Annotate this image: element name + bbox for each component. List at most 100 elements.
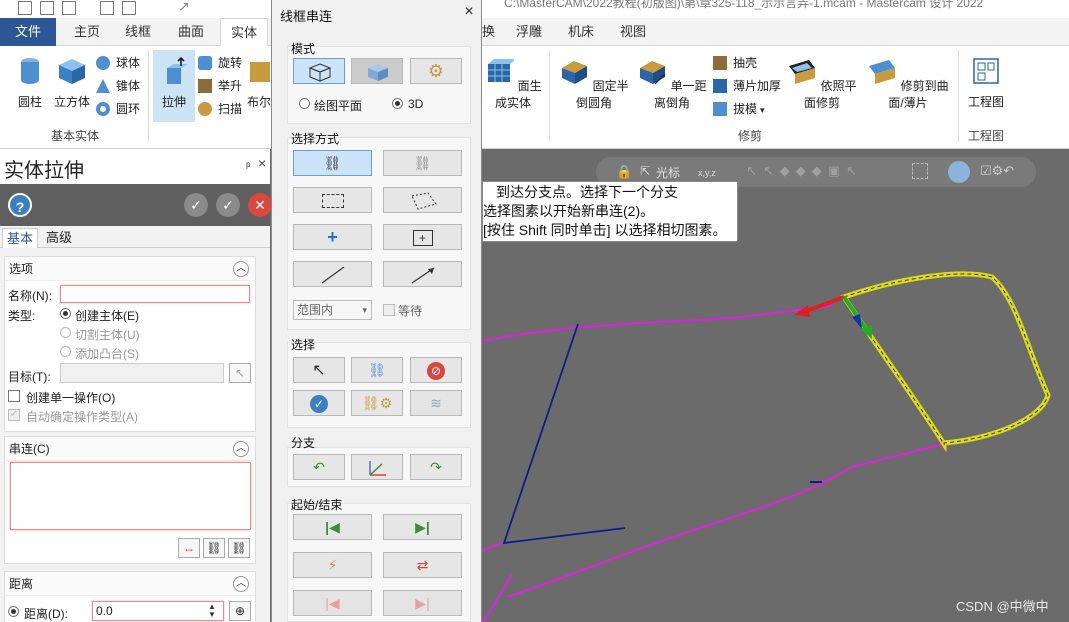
similar-button[interactable]: ≋ (410, 390, 462, 416)
highlighted-chain[interactable] (840, 271, 1051, 453)
tab-home[interactable]: 主页 (64, 18, 110, 46)
dynamic-button[interactable]: ⚡ (293, 552, 372, 578)
verify-icon[interactable] (948, 161, 970, 183)
collapse-icon[interactable]: ︿ (233, 576, 249, 592)
tab-file[interactable]: 文件 (0, 18, 57, 46)
tab-wireframe[interactable]: 线框 (115, 18, 161, 46)
cone-button[interactable]: 锥体 (96, 76, 140, 96)
torus-button[interactable]: 圆环 (96, 99, 140, 119)
tab-surface[interactable]: 曲面 (168, 18, 214, 46)
tab-view[interactable]: 视图 (610, 18, 656, 46)
polygon-button[interactable] (383, 187, 462, 213)
selection-icons[interactable]: ↖↖◆◆◆▣↖ (746, 163, 863, 179)
trim-to-surface-button[interactable]: 修剪到曲面/薄片 (862, 56, 954, 111)
reverse-chain-icon[interactable]: ↔ (178, 538, 200, 558)
magenta-curve-top[interactable] (482, 305, 833, 342)
magenta-stub[interactable] (482, 542, 503, 552)
area-button[interactable]: + (383, 224, 462, 250)
save-icon[interactable] (18, 1, 32, 15)
sweep-button[interactable]: 扫描 (198, 99, 242, 119)
select-target-icon[interactable]: ↖ (229, 363, 251, 383)
remove-chain-icon[interactable]: ⛓ (228, 538, 250, 558)
single-op-checkbox[interactable] (8, 390, 20, 402)
cut-body-radio[interactable] (60, 327, 71, 338)
lock-icon[interactable]: 🔒 (616, 164, 632, 180)
boolean-button[interactable]: 布尔 (246, 56, 272, 110)
wait-checkbox[interactable] (383, 304, 395, 316)
end-button[interactable]: ▶| (383, 514, 462, 540)
ok-new-icon[interactable]: ✓ (184, 193, 208, 217)
chain-button[interactable]: ⛓ (293, 150, 372, 176)
single-button[interactable]: ⛓ (383, 150, 462, 176)
cursor-mode-label[interactable]: 光标 (656, 164, 680, 181)
wireframe-mode-button[interactable] (293, 58, 345, 84)
create-body-radio[interactable] (60, 308, 71, 319)
target-input[interactable] (60, 363, 224, 383)
cursor-icon[interactable]: ⇱ (640, 164, 650, 178)
vector-button[interactable] (293, 261, 372, 287)
new-icon[interactable] (100, 1, 114, 15)
help-icon[interactable]: ? (8, 193, 32, 217)
window-select-icon[interactable] (912, 163, 928, 179)
tab-machine[interactable]: 机床 (558, 18, 604, 46)
clear-button[interactable]: ⊘ (410, 357, 462, 383)
cube-button[interactable]: 立方体 (52, 56, 92, 110)
select-chain-button[interactable]: ⛓ (351, 357, 403, 383)
tab-basic[interactable]: 基本 (2, 228, 39, 248)
collapse-icon[interactable]: ︿ (233, 261, 249, 277)
draft-button[interactable]: 拔模 ▾ (713, 99, 765, 119)
name-input[interactable] (60, 285, 250, 303)
trim-to-plane-button[interactable]: 依照平面修剪 (784, 56, 860, 111)
plane-radio[interactable] (299, 98, 310, 109)
tab-solids[interactable]: 实体 (220, 18, 269, 47)
mode-3d-radio[interactable] (392, 98, 403, 109)
revolve-button[interactable]: 旋转 (198, 53, 242, 73)
confirm-button[interactable]: ✓ (293, 390, 345, 416)
print-icon[interactable] (62, 1, 76, 15)
pin-icon[interactable]: ᵖ (246, 159, 251, 173)
settings-button[interactable]: ⚙ (410, 58, 462, 84)
redo-icon[interactable]: ↗ (178, 0, 190, 15)
open-icon[interactable] (40, 1, 54, 15)
loft-button[interactable]: 举升 (198, 76, 242, 96)
extrude-button[interactable]: 拉伸 (153, 50, 195, 122)
start-button[interactable]: |◀ (293, 514, 372, 540)
shell-button[interactable]: 抽壳 (713, 53, 757, 73)
solid-mode-button[interactable] (351, 58, 403, 84)
window-button[interactable] (293, 187, 372, 213)
add-boss-radio[interactable] (60, 346, 71, 357)
thicken-button[interactable]: 薄片加厚 (713, 76, 781, 96)
chain-list[interactable] (10, 462, 251, 530)
ok-icon[interactable]: ✓ (216, 193, 240, 217)
distance-input[interactable]: 0.0 (92, 601, 224, 621)
auto-type-checkbox[interactable]: ✓ (8, 409, 20, 421)
collapse-icon[interactable]: ︿ (233, 441, 249, 457)
branch-back-button[interactable]: ↶ (293, 454, 345, 480)
undo-icon[interactable] (122, 1, 136, 15)
add-chain-icon[interactable]: ⛓ (203, 538, 225, 558)
surface-to-solid-button[interactable]: 面生成实体 (482, 56, 544, 111)
navy-lines[interactable] (502, 323, 626, 545)
chamfer-button[interactable]: 单一距离倒角 (634, 56, 710, 111)
panel-close-icon[interactable]: × (258, 155, 266, 171)
tab-relief[interactable]: 浮雕 (506, 18, 552, 46)
sphere-button[interactable]: 球体 (96, 53, 140, 73)
partial-button[interactable] (383, 261, 462, 287)
misc-tool-icons[interactable]: ☑⚙↶ (980, 163, 1014, 179)
end-disabled-button[interactable]: ▶| (383, 590, 462, 616)
reverse-button[interactable]: ⇄ (383, 552, 462, 578)
point-button[interactable]: + (293, 224, 372, 250)
range-select[interactable]: 范围内 ▾ (293, 300, 372, 320)
chain-options-button[interactable]: ⛓⚙ (351, 390, 403, 416)
cancel-icon[interactable]: ✕ (248, 193, 272, 217)
dialog-close-icon[interactable]: × (460, 3, 478, 21)
tab-advanced[interactable]: 高级 (42, 228, 76, 248)
magenta-curve-bottom[interactable] (506, 443, 945, 598)
magenta-curve-left[interactable] (482, 573, 513, 622)
spinner-icon[interactable]: ▲ ▼ (208, 603, 216, 619)
last-button[interactable]: ↖ (293, 357, 345, 383)
distance-radio[interactable] (8, 606, 19, 617)
drawing-button[interactable]: 工程图 (964, 56, 1008, 110)
cylinder-button[interactable]: 圆柱 (12, 56, 48, 110)
branch-axis-button[interactable] (351, 454, 403, 480)
